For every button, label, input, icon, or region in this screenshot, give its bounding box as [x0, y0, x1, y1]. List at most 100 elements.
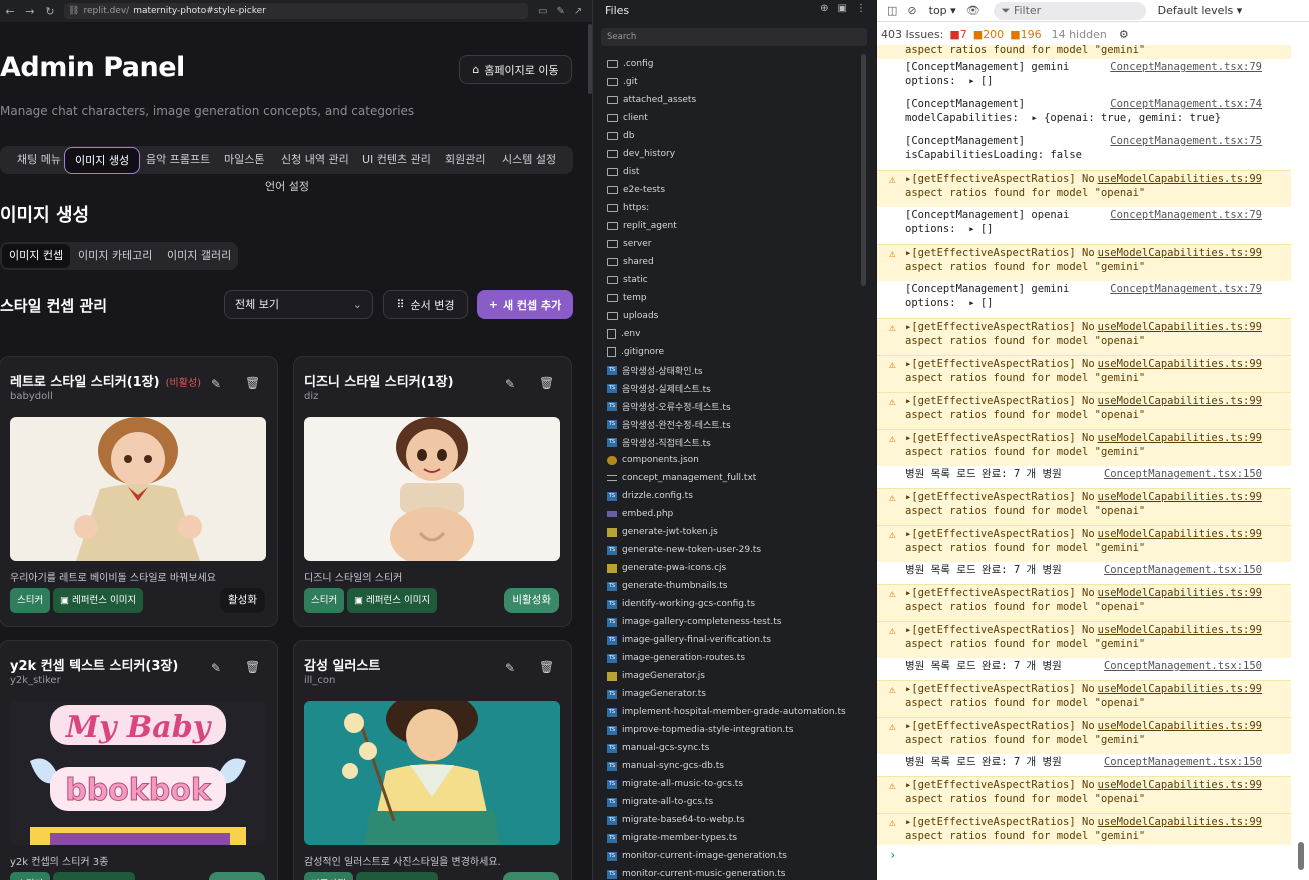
source-link[interactable]: useModelCapabilities.ts:99 [1098, 320, 1262, 334]
folder-item[interactable]: .config [593, 55, 863, 73]
file-item[interactable]: TS improve-topmedia-style-integration.ts [593, 721, 863, 739]
tab-image-generation[interactable]: 이미지 생성 [64, 147, 141, 174]
url-input[interactable]: ⛓ replit.dev/maternity-photo#style-picke… [64, 3, 528, 19]
context-selector[interactable]: top ▾ [929, 4, 956, 17]
file-item[interactable]: TS monitor-current-music-generation.ts [593, 865, 863, 880]
devices-icon[interactable]: ▭ [538, 6, 547, 17]
console-scroll-thumb[interactable] [1298, 842, 1304, 870]
clear-console-icon[interactable]: ⊘ [907, 4, 916, 17]
tab-application-history[interactable]: 신청 내역 관리 [281, 146, 349, 174]
console-warning-row[interactable]: ⚠ ▸[getEffectiveAspectRatios] No aspect r… [877, 813, 1291, 845]
toggle-button[interactable] [209, 872, 265, 880]
file-item[interactable]: concept_management_full.txt [593, 469, 863, 487]
console-log-row[interactable]: 병원 목록 로드 완료: 7 개 병원 ConceptManagement.tsx… [877, 754, 1291, 776]
console-warning-row[interactable]: ⚠ ▸[getEffectiveAspectRatios] No aspect r… [877, 392, 1291, 429]
file-item[interactable]: TS image-generation-routes.ts [593, 649, 863, 667]
source-link[interactable]: useModelCapabilities.ts:99 [1098, 357, 1262, 371]
edit-icon[interactable]: ✎ [505, 377, 515, 391]
toggle-button[interactable] [503, 872, 559, 880]
file-item[interactable]: TS manual-gcs-sync.ts [593, 739, 863, 757]
folder-item[interactable]: uploads [593, 307, 863, 325]
trash-icon[interactable]: 🗑 [245, 376, 260, 390]
new-folder-icon[interactable]: ▣ [838, 3, 847, 14]
console-log-row[interactable]: [ConceptManagement] modelCapabilities: ▸… [877, 96, 1291, 133]
folder-item[interactable]: e2e-tests [593, 181, 863, 199]
tab-music-prompt[interactable]: 음악 프롬프트 [146, 146, 210, 174]
folder-item[interactable]: static [593, 271, 863, 289]
file-item[interactable]: components.json [593, 451, 863, 469]
source-link[interactable]: ConceptManagement.tsx:150 [1104, 467, 1262, 481]
source-link[interactable]: useModelCapabilities.ts:99 [1098, 527, 1262, 541]
source-link[interactable]: useModelCapabilities.ts:99 [1098, 431, 1262, 445]
file-item[interactable]: TS migrate-base64-to-webp.ts [593, 811, 863, 829]
console-warning-row[interactable]: ⚠ ▸[getEffectiveAspectRatios] No aspect r… [877, 584, 1291, 621]
subtab-image-gallery[interactable]: 이미지 갤러리 [167, 242, 231, 270]
edit-icon[interactable]: ✎ [505, 661, 515, 675]
file-item[interactable]: TS drizzle.config.ts [593, 487, 863, 505]
file-item[interactable]: TS image-gallery-final-verification.ts [593, 631, 863, 649]
console-log-row[interactable]: 병원 목록 로드 완료: 7 개 병원 ConceptManagement.tsx… [877, 466, 1291, 488]
file-item[interactable]: TS implement-hospital-member-grade-automa… [593, 703, 863, 721]
console-scrollbar[interactable] [1297, 46, 1305, 876]
console-warning-row[interactable]: ⚠ ▸[getEffectiveAspectRatios] No aspect r… [877, 244, 1291, 281]
back-icon[interactable]: ← [4, 5, 16, 18]
filter-select[interactable]: 전체 보기 ⌄ [224, 290, 373, 319]
subtab-image-concept[interactable]: 이미지 컨셉 [2, 244, 71, 268]
activate-toggle-button[interactable]: 활성화 [220, 588, 265, 613]
new-file-icon[interactable]: ⊕ [820, 3, 828, 14]
file-item[interactable]: TS migrate-all-to-gcs.ts [593, 793, 863, 811]
file-item[interactable]: TS manual-sync-gcs-db.ts [593, 757, 863, 775]
source-link[interactable]: ConceptManagement.tsx:150 [1104, 563, 1262, 577]
folder-item[interactable]: shared [593, 253, 863, 271]
folder-item[interactable]: server [593, 235, 863, 253]
file-item[interactable]: .env [593, 325, 863, 343]
file-item[interactable]: TS image-gallery-completeness-test.ts [593, 613, 863, 631]
source-link[interactable]: useModelCapabilities.ts:99 [1098, 682, 1262, 696]
console-warning-row[interactable]: ⚠ ▸[getEffectiveAspectRatios] No aspect r… [877, 717, 1291, 754]
file-item[interactable]: TS 음악생성-실제테스트.ts [593, 379, 863, 397]
file-item[interactable]: TS 음악생성-상태확인.ts [593, 361, 863, 379]
source-link[interactable]: ConceptManagement.tsx:79 [1110, 60, 1262, 74]
folder-item[interactable]: db [593, 127, 863, 145]
subtab-image-category[interactable]: 이미지 카테고리 [78, 242, 152, 270]
file-item[interactable]: imageGenerator.js [593, 667, 863, 685]
console-log-row[interactable]: 병원 목록 로드 완료: 7 개 병원 ConceptManagement.tsx… [877, 658, 1291, 680]
console-log-row[interactable]: [ConceptManagement] gemini options: ▸ []… [877, 59, 1291, 96]
file-item[interactable]: TS migrate-all-music-to-gcs.ts [593, 775, 863, 793]
console-warning-row[interactable]: ⚠ ▸[getEffectiveAspectRatios] No aspect r… [877, 170, 1291, 207]
source-link[interactable]: ConceptManagement.tsx:150 [1104, 659, 1262, 673]
console-warning-row[interactable]: ⚠ ▸[getEffectiveAspectRatios] No aspect r… [877, 776, 1291, 813]
trash-icon[interactable]: 🗑 [539, 376, 554, 390]
source-link[interactable]: useModelCapabilities.ts:99 [1098, 815, 1262, 829]
tab-chat-menu[interactable]: 채팅 메뉴 [17, 146, 61, 174]
console-log-row[interactable]: [ConceptManagement] gemini options: ▸ []… [877, 281, 1291, 318]
source-link[interactable]: ConceptManagement.tsx:79 [1110, 208, 1262, 222]
folder-item[interactable]: https: [593, 199, 863, 217]
folder-item[interactable]: .git [593, 73, 863, 91]
console-warning-row[interactable]: ⚠ ▸[getEffectiveAspectRatios] No aspect r… [877, 318, 1291, 355]
console-warning-row[interactable]: ⚠ ▸[getEffectiveAspectRatios] No aspect r… [877, 488, 1291, 525]
file-item[interactable]: TS imageGenerator.ts [593, 685, 863, 703]
tab-member-management[interactable]: 회원관리 [445, 146, 485, 174]
source-link[interactable]: useModelCapabilities.ts:99 [1098, 172, 1262, 186]
home-button[interactable]: ⌂ 홈페이지로 이동 [459, 55, 572, 84]
file-item[interactable]: generate-pwa-icons.cjs [593, 559, 863, 577]
source-link[interactable]: ConceptManagement.tsx:79 [1110, 282, 1262, 296]
source-link[interactable]: useModelCapabilities.ts:99 [1098, 778, 1262, 792]
tab-ui-content[interactable]: UI 컨텐츠 관리 [362, 146, 431, 174]
tab-milestone[interactable]: 마일스톤 [224, 146, 264, 174]
tools-icon[interactable]: ✎ [556, 6, 564, 17]
source-link[interactable]: useModelCapabilities.ts:99 [1098, 719, 1262, 733]
file-item[interactable]: TS generate-new-token-user-29.ts [593, 541, 863, 559]
source-link[interactable]: ConceptManagement.tsx:74 [1110, 97, 1262, 111]
file-item[interactable]: TS identify-working-gcs-config.ts [593, 595, 863, 613]
folder-item[interactable]: temp [593, 289, 863, 307]
file-item[interactable]: TS 음악생성-오류수정-테스트.ts [593, 397, 863, 415]
file-item[interactable]: TS 음악생성-완전수정-테스트.ts [593, 415, 863, 433]
source-link[interactable]: useModelCapabilities.ts:99 [1098, 623, 1262, 637]
add-concept-button[interactable]: + 새 컨셉 추가 [477, 290, 573, 319]
trash-icon[interactable]: 🗑 [245, 660, 260, 674]
console-filter-input[interactable]: ⏷ Filter [993, 1, 1146, 20]
console-log-row[interactable]: 병원 목록 로드 완료: 7 개 병원 ConceptManagement.tsx… [877, 562, 1291, 584]
deactivate-toggle-button[interactable]: 비활성화 [504, 588, 559, 613]
